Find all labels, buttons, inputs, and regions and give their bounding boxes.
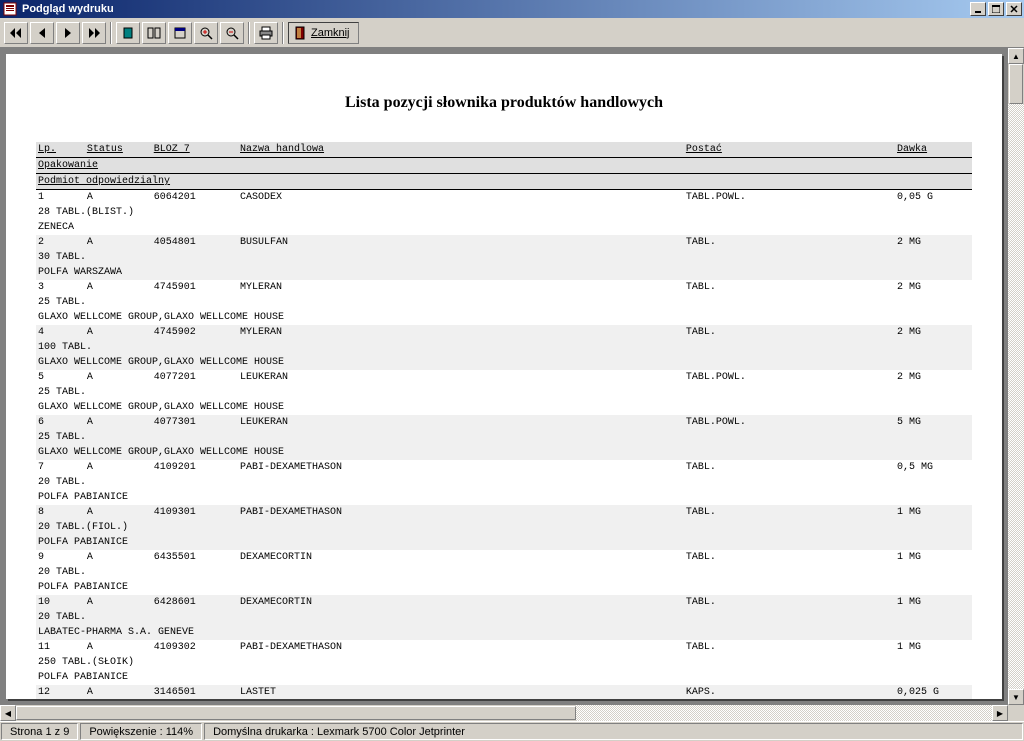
- minimize-button[interactable]: [970, 2, 986, 16]
- scroll-up-button[interactable]: ▲: [1008, 48, 1024, 64]
- table-row: 5A4077201LEUKERANTABL.POWL.2 MG: [36, 370, 972, 385]
- table-row-opak: 20 TABL.: [36, 475, 972, 490]
- vertical-scrollbar[interactable]: ▲ ▼: [1008, 48, 1024, 705]
- table-row-podmiot: POLFA PABIANICE: [36, 490, 972, 505]
- report-title: Lista pozycji słownika produktów handlow…: [36, 94, 972, 112]
- multi-page-button[interactable]: [142, 22, 166, 44]
- table-row-opak: 20 TABL.(FIOL.): [36, 520, 972, 535]
- toolbar-separator: [110, 22, 112, 44]
- horizontal-scroll-track[interactable]: [576, 705, 992, 721]
- table-row: 10A6428601DEXAMECORTINTABL.1 MG: [36, 595, 972, 610]
- col-dawka: Dawka: [895, 142, 972, 158]
- toolbar-separator: [248, 22, 250, 44]
- col-bloz: BLOZ 7: [152, 142, 238, 158]
- table-row-podmiot: POLFA PABIANICE: [36, 535, 972, 550]
- table-row-opak: 100 TABL.: [36, 340, 972, 355]
- table-row-opak: 28 TABL.(BLIST.): [36, 205, 972, 220]
- table-row-podmiot: GLAXO WELLCOME GROUP,GLAXO WELLCOME HOUS…: [36, 310, 972, 325]
- col-lp: Lp.: [36, 142, 85, 158]
- last-page-button[interactable]: [82, 22, 106, 44]
- scroll-down-button[interactable]: ▼: [1008, 689, 1024, 705]
- title-bar: Podgląd wydruku: [0, 0, 1024, 18]
- table-row-opak: 25 TABL.: [36, 430, 972, 445]
- scroll-left-button[interactable]: ◀: [0, 705, 16, 721]
- table-row: 7A4109201PABI-DEXAMETHASONTABL.0,5 MG: [36, 460, 972, 475]
- status-zoom: Powiększenie : 114%: [80, 723, 202, 740]
- vertical-scroll-track[interactable]: [1008, 104, 1024, 689]
- preview-area: Lista pozycji słownika produktów handlow…: [0, 48, 1024, 721]
- table-row: 2A4054801BUSULFANTABL.2 MG: [36, 235, 972, 250]
- table-row-podmiot: POLFA WARSZAWA: [36, 265, 972, 280]
- table-row-opak: 20 TABL.: [36, 565, 972, 580]
- table-row: 8A4109301PABI-DEXAMETHASONTABL.1 MG: [36, 505, 972, 520]
- col-status: Status: [85, 142, 152, 158]
- table-row: 12A3146501LASTETKAPS.0,025 G: [36, 685, 972, 699]
- horizontal-scroll-thumb[interactable]: [16, 706, 576, 720]
- zoom-out-button[interactable]: [220, 22, 244, 44]
- table-row-opak: 25 TABL.: [36, 385, 972, 400]
- scroll-corner: [1008, 705, 1024, 721]
- single-page-button[interactable]: [116, 22, 140, 44]
- table-row-podmiot: POLFA PABIANICE: [36, 670, 972, 685]
- app-icon: [2, 1, 18, 17]
- status-page: Strona 1 z 9: [1, 723, 78, 740]
- table-row-opak: 30 TABL.: [36, 250, 972, 265]
- table-row-podmiot: GLAXO WELLCOME GROUP,GLAXO WELLCOME HOUS…: [36, 400, 972, 415]
- table-row-opak: 25 TABL.: [36, 295, 972, 310]
- toolbar-separator: [282, 22, 284, 44]
- col-postac: Postać: [684, 142, 895, 158]
- prev-page-button[interactable]: [30, 22, 54, 44]
- col-nazwa: Nazwa handlowa: [238, 142, 684, 158]
- table-row-podmiot: LABATEC-PHARMA S.A. GENEVE: [36, 625, 972, 640]
- table-row-podmiot: POLFA PABIANICE: [36, 580, 972, 595]
- status-bar: Strona 1 z 9 Powiększenie : 114% Domyśln…: [0, 721, 1024, 741]
- table-row: 4A4745902MYLERANTABL.2 MG: [36, 325, 972, 340]
- maximize-button[interactable]: [988, 2, 1004, 16]
- page-preview: Lista pozycji słownika produktów handlow…: [6, 54, 1002, 699]
- scroll-right-button[interactable]: ▶: [992, 705, 1008, 721]
- close-preview-button[interactable]: Zamknij: [288, 22, 359, 44]
- window-title: Podgląd wydruku: [22, 3, 114, 15]
- toolbar: Zamknij: [0, 18, 1024, 48]
- table-row-podmiot: GLAXO WELLCOME GROUP,GLAXO WELLCOME HOUS…: [36, 355, 972, 370]
- vertical-scroll-thumb[interactable]: [1009, 64, 1023, 104]
- status-printer: Domyślna drukarka : Lexmark 5700 Color J…: [204, 723, 1023, 740]
- table-header-row: Lp. Status BLOZ 7 Nazwa handlowa Postać …: [36, 142, 972, 158]
- print-button[interactable]: [254, 22, 278, 44]
- table-subheader-opak: Opakowanie: [36, 158, 972, 174]
- first-page-button[interactable]: [4, 22, 28, 44]
- report-table: Lp. Status BLOZ 7 Nazwa handlowa Postać …: [36, 142, 972, 699]
- table-row: 9A6435501DEXAMECORTINTABL.1 MG: [36, 550, 972, 565]
- close-preview-label: Zamknij: [311, 27, 350, 39]
- table-row: 1A6064201CASODEXTABL.POWL.0,05 G: [36, 190, 972, 206]
- table-row: 11A4109302PABI-DEXAMETHASONTABL.1 MG: [36, 640, 972, 655]
- table-row: 3A4745901MYLERANTABL.2 MG: [36, 280, 972, 295]
- table-row-opak: 20 TABL.: [36, 610, 972, 625]
- fit-page-button[interactable]: [168, 22, 192, 44]
- door-icon: [293, 26, 307, 40]
- table-subheader-podmiot: Podmiot odpowiedzialny: [36, 174, 972, 190]
- zoom-in-button[interactable]: [194, 22, 218, 44]
- table-row-podmiot: GLAXO WELLCOME GROUP,GLAXO WELLCOME HOUS…: [36, 445, 972, 460]
- table-row-podmiot: ZENECA: [36, 220, 972, 235]
- horizontal-scrollbar[interactable]: ◀ ▶: [0, 705, 1008, 721]
- next-page-button[interactable]: [56, 22, 80, 44]
- table-row-opak: 250 TABL.(SŁOIK): [36, 655, 972, 670]
- close-window-button[interactable]: [1006, 2, 1022, 16]
- table-row: 6A4077301LEUKERANTABL.POWL.5 MG: [36, 415, 972, 430]
